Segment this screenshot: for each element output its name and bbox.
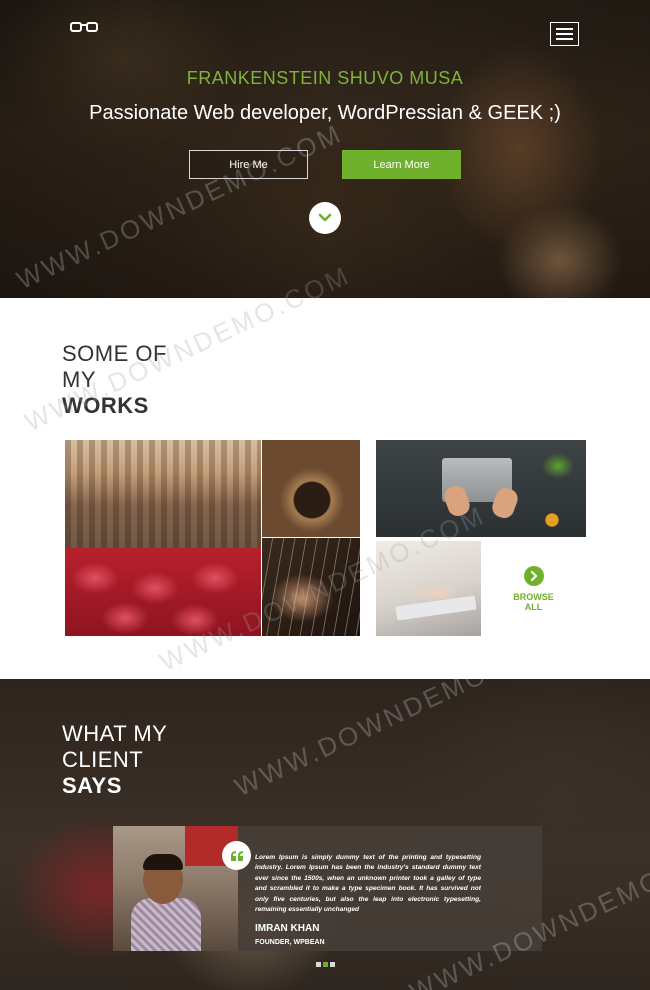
works-heading: SOME OF MY WORKS [62, 341, 167, 418]
slider-pagination [316, 962, 335, 967]
client-name: IMRAN KHAN [255, 923, 320, 934]
glasses-icon[interactable] [70, 21, 98, 33]
scroll-down-button[interactable] [309, 202, 341, 234]
quote-icon [222, 841, 251, 870]
portfolio-item-coffee[interactable] [262, 440, 360, 537]
portfolio-item-keyboard[interactable] [376, 541, 481, 636]
menu-button[interactable] [550, 22, 579, 46]
hero-tagline: Passionate Web developer, WordPressian &… [89, 102, 561, 124]
learn-more-button[interactable]: Learn More [342, 150, 461, 179]
browse-all-label: BROWSE ALL [513, 591, 554, 612]
slider-dot[interactable] [316, 962, 321, 967]
client-photo [113, 826, 238, 951]
browse-all-button[interactable]: BROWSE ALL [481, 541, 586, 636]
chevron-down-icon [318, 213, 332, 222]
portfolio-item-red-seats[interactable] [65, 548, 261, 636]
client-role: FOUNDER, WPBEAN [255, 939, 325, 946]
portfolio-item-laptop[interactable] [376, 440, 586, 537]
portfolio-item-auditorium[interactable] [65, 440, 261, 548]
slider-dot-active[interactable] [323, 962, 328, 967]
slider-dot[interactable] [330, 962, 335, 967]
arrow-right-circle-icon [523, 565, 544, 586]
hero-section: FRANKENSTEIN SHUVO MUSA Passionate Web d… [0, 0, 650, 298]
hire-me-button[interactable]: Hire Me [189, 150, 308, 179]
testimonials-heading: WHAT MY CLIENT SAYS [62, 721, 168, 798]
hero-name: FRANKENSTEIN SHUVO MUSA [186, 68, 464, 88]
portfolio-item-guitar[interactable] [262, 538, 360, 636]
testimonial-quote: Lorem Ipsum is simply dummy text of the … [255, 854, 481, 914]
hamburger-icon [556, 28, 573, 30]
